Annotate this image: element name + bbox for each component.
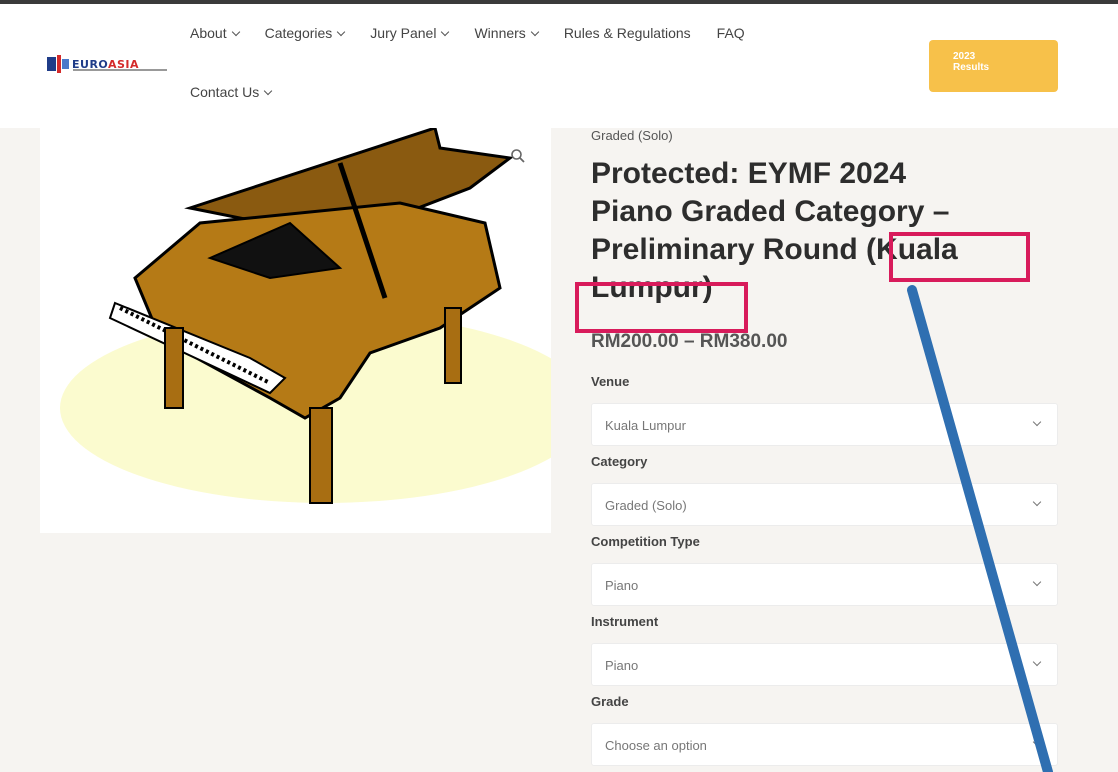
product-price: RM200.00 – RM380.00: [591, 331, 788, 352]
piano-illustration: [60, 128, 551, 504]
logo-tagline-bar: [73, 69, 167, 71]
nav-categories[interactable]: Categories: [265, 25, 346, 41]
instrument-select[interactable]: Piano: [591, 643, 1058, 686]
chevron-down-icon: [530, 27, 540, 36]
nav-contact-us[interactable]: Contact Us: [190, 84, 273, 100]
chevron-down-icon: [1032, 417, 1042, 427]
nav-faq[interactable]: FAQ: [717, 25, 745, 41]
category-label: Category: [591, 454, 648, 469]
logo-icon: [47, 55, 69, 73]
highlight-box-lumpur: [575, 282, 748, 333]
chevron-down-icon: [1032, 497, 1042, 507]
main-nav: About Categories Jury Panel Winners Rule…: [190, 25, 840, 100]
nav-jury-panel[interactable]: Jury Panel: [370, 25, 450, 41]
nav-rules[interactable]: Rules & Regulations: [564, 25, 691, 41]
competition-type-label: Competition Type: [591, 534, 700, 549]
chevron-down-icon: [264, 86, 273, 95]
product-image[interactable]: [40, 128, 551, 533]
instrument-label: Instrument: [591, 614, 659, 629]
venue-label: Venue: [591, 374, 630, 389]
nav-winners[interactable]: Winners: [474, 25, 540, 41]
venue-select[interactable]: Kuala Lumpur: [591, 403, 1058, 446]
chevron-down-icon: [1032, 737, 1042, 747]
chevron-down-icon: [1032, 577, 1042, 587]
product-summary: Graded (Solo) Protected: EYMF 2024 Piano…: [591, 128, 1058, 766]
search-icon[interactable]: [510, 148, 526, 164]
chevron-down-icon: [337, 27, 346, 36]
results-2023-button[interactable]: 2023 Results: [929, 40, 1058, 92]
competition-type-select[interactable]: Piano: [591, 563, 1058, 606]
chevron-down-icon: [231, 27, 240, 36]
grade-label: Grade: [591, 694, 629, 709]
site-logo[interactable]: EUROASIA: [47, 55, 167, 73]
category-select[interactable]: Graded (Solo): [591, 483, 1058, 526]
product-category-link[interactable]: Graded (Solo): [591, 128, 1058, 143]
grade-select[interactable]: Choose an option: [591, 723, 1058, 766]
chevron-down-icon: [441, 27, 450, 36]
nav-about[interactable]: About: [190, 25, 240, 41]
highlight-box-kuala: [889, 232, 1030, 282]
chevron-down-icon: [1032, 657, 1042, 667]
